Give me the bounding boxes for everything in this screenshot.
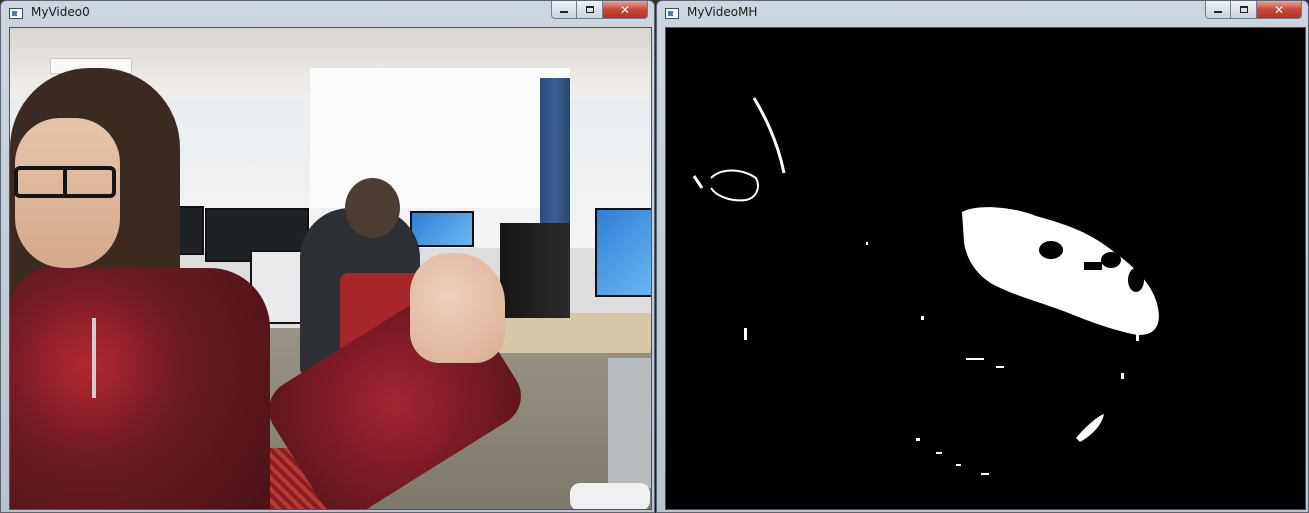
mask-speck [1121, 373, 1124, 379]
mask-hole [1101, 252, 1121, 268]
mask-speck [936, 452, 942, 454]
mask-speck [956, 464, 961, 466]
small-blob [1076, 414, 1104, 442]
webcam-image [10, 28, 651, 509]
desktop: MyVideo0 ✕ MyVideoMH ✕ [0, 0, 1309, 513]
mask-hole [1128, 268, 1144, 292]
fist [410, 253, 505, 363]
maximize-button[interactable] [1231, 1, 1257, 19]
close-icon: ✕ [1273, 2, 1285, 17]
fist-blob [962, 207, 1159, 335]
mask-speck [692, 175, 704, 189]
blue-column [540, 78, 570, 238]
window-title: MyVideo0 [31, 5, 90, 19]
pc-tower [500, 223, 570, 318]
window-myvideomh[interactable]: MyVideoMH ✕ [656, 0, 1309, 513]
binary-mask-image [666, 28, 1305, 509]
monitor [595, 208, 651, 297]
window-myvideo0[interactable]: MyVideo0 ✕ [0, 0, 655, 513]
maximize-icon [585, 6, 594, 13]
mask-speck [1136, 333, 1139, 341]
shoes [570, 483, 650, 509]
app-icon [665, 8, 679, 19]
mask-hole [1039, 241, 1063, 259]
minimize-button[interactable] [1205, 1, 1231, 19]
zipper [92, 318, 96, 398]
titlebar[interactable]: MyVideoMH ✕ [657, 1, 1308, 26]
close-button[interactable]: ✕ [603, 1, 648, 19]
video-frame [9, 27, 652, 510]
hoodie [10, 268, 270, 509]
bright-window [310, 68, 570, 208]
caption-buttons: ✕ [551, 1, 648, 19]
monitor [410, 211, 474, 247]
mask-speck [966, 358, 984, 360]
minimize-icon [560, 11, 568, 13]
glasses [14, 166, 116, 198]
head-arc [752, 97, 786, 174]
maximize-button[interactable] [577, 1, 603, 19]
titlebar[interactable]: MyVideo0 ✕ [1, 1, 654, 26]
person-legs [608, 358, 651, 488]
mask-shapes [692, 97, 1159, 475]
background-person-head [345, 178, 400, 238]
mask-speck [921, 316, 924, 320]
mask-speck [981, 473, 989, 475]
mask-speck [916, 438, 920, 441]
minimize-button[interactable] [551, 1, 577, 19]
mask-hole [1084, 262, 1102, 270]
mask-speck [866, 242, 868, 245]
glasses-outline [710, 169, 759, 202]
window-title: MyVideoMH [687, 5, 758, 19]
close-button[interactable]: ✕ [1257, 1, 1302, 19]
close-icon: ✕ [619, 2, 631, 17]
mask-speck [744, 328, 747, 340]
maximize-icon [1239, 6, 1248, 13]
minimize-icon [1214, 11, 1222, 13]
app-icon [9, 8, 23, 19]
mask-speck [996, 366, 1004, 368]
caption-buttons: ✕ [1205, 1, 1302, 19]
mask-frame [665, 27, 1306, 510]
